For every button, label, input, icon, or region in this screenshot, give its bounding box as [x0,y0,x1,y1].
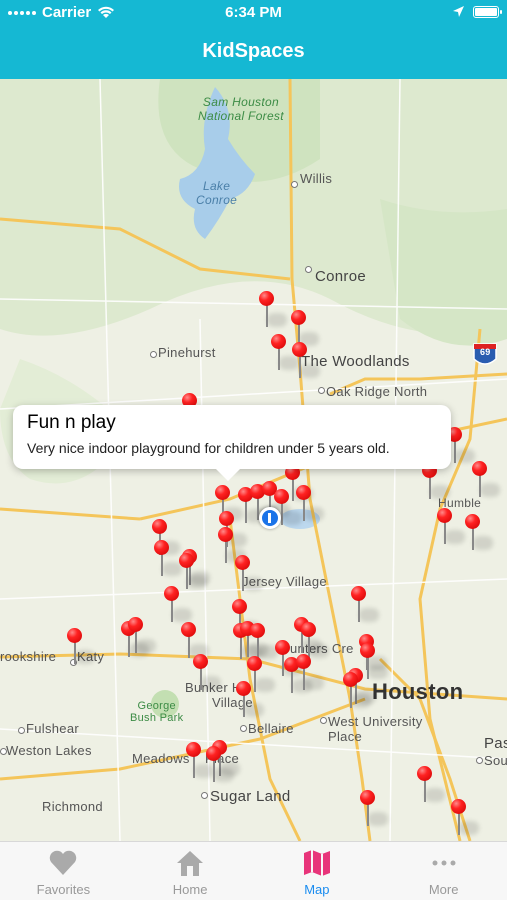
map-view[interactable]: Sam Houston National Forest Lake Conroe Wi… [0,79,507,841]
house-icon [177,851,204,876]
tab-label: Favorites [36,882,91,897]
map-label-conroe: Conroe [315,268,366,285]
map-pin[interactable] [186,742,214,782]
tab-map[interactable]: Map [254,842,381,900]
heart-icon [50,850,77,875]
map-label-forest: Sam Houston National Forest [198,95,284,123]
city-dot [201,792,208,799]
map-label-west-university: West University [328,714,423,729]
map-label-houston: Houston [372,679,464,704]
battery-icon [473,5,502,18]
status-time: 6:34 PM [225,4,282,21]
pin-callout[interactable]: Fun n play Very nice indoor playground f… [13,405,451,481]
city-dot [305,266,312,273]
map-pin[interactable] [193,654,221,694]
tab-label: More [428,882,459,897]
map-pin[interactable] [451,799,479,839]
map-pin[interactable] [164,586,192,626]
tab-favorites[interactable]: Favorites [0,842,127,900]
map-pin[interactable] [259,291,287,331]
map-label-oak-ridge: Oak Ridge North [326,384,428,399]
map-pin[interactable] [179,553,207,593]
map-pin[interactable] [437,508,465,548]
map-pin[interactable] [296,485,324,525]
current-location-marker[interactable] [259,507,281,529]
map-pin[interactable] [472,461,500,501]
map-label-lake-conroe: Lake Conroe [196,179,238,207]
map-pin[interactable] [296,654,324,694]
map-pin[interactable] [422,463,450,503]
map-label-meadows: Meadows [132,751,190,766]
map-label-willis: Willis [300,171,333,186]
map-pin[interactable] [236,681,264,721]
map-label-brookshire: rookshire [0,649,57,664]
city-dot [318,387,325,394]
map-pin[interactable] [351,586,379,626]
interstate-69-label: 69 [480,347,491,357]
status-bar: Carrier 6:34 PM [0,0,507,28]
location-arrow-icon [453,6,464,17]
map-pin[interactable] [417,766,445,806]
map-pin[interactable] [128,617,156,657]
city-dot [240,725,247,732]
map-pin[interactable] [360,790,388,830]
map-pin[interactable] [218,527,246,567]
map-pin[interactable] [271,334,299,374]
map-label-sugar-land: Sugar Land [210,788,291,805]
map-pin[interactable] [343,672,371,712]
map-label-fulshear: Fulshear [26,721,79,736]
map-label-george-bush-park: George Bush Park [130,700,184,724]
city-dot [150,351,157,358]
tab-more[interactable]: More [380,842,507,900]
callout-description: Very nice indoor playground for children… [27,440,390,456]
map-icon [303,850,330,876]
page-title: KidSpaces [202,40,305,62]
map-label-pasadena: Pas [484,735,507,752]
tab-bar: Favorites Home Map More [0,841,507,900]
map-label-south-houston: South H [484,753,507,768]
callout-title: Fun n play [27,412,116,433]
map-pin[interactable] [154,540,182,580]
map-pin[interactable] [292,342,320,382]
map-label-bellaire: Bellaire [248,721,294,736]
tab-home[interactable]: Home [127,842,254,900]
map-label-pinehurst: Pinehurst [158,345,216,360]
navigation-bar: Carrier 6:34 PM KidSpaces [0,0,507,79]
map-pin[interactable] [235,555,263,595]
map-label-richmond: Richmond [42,799,103,814]
city-dot [18,727,25,734]
map-pin[interactable] [465,514,493,554]
map-label-weston-lakes: Weston Lakes [6,743,92,758]
map-pin[interactable] [206,746,234,786]
map-pin[interactable] [67,628,95,668]
city-dot [291,181,298,188]
more-dots-icon [432,860,456,866]
city-dot [476,757,483,764]
tab-label: Home [172,882,208,897]
map-label-place: Place [328,729,363,744]
city-dot [320,717,327,724]
tab-label: Map [304,882,330,897]
